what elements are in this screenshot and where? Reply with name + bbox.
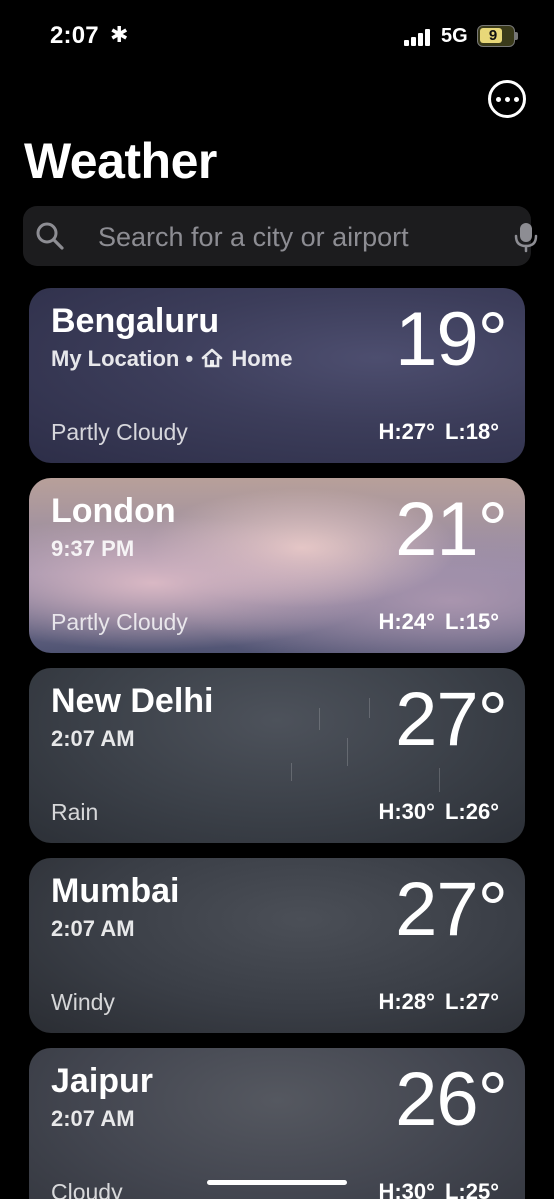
status-time: 2:07 bbox=[50, 22, 99, 49]
ellipsis-icon bbox=[495, 96, 501, 102]
city-card-london[interactable]: London 9:37 PM 21° Partly Cloudy H:24° L:… bbox=[29, 478, 525, 653]
current-temperature: 21° bbox=[395, 487, 508, 572]
page-title: Weather bbox=[24, 133, 217, 189]
high-temp: H:24° bbox=[378, 609, 435, 634]
search-bar[interactable]: Search for a city or airport bbox=[23, 206, 538, 266]
local-time: 9:37 PM bbox=[51, 536, 135, 561]
low-temp: L:27° bbox=[444, 989, 499, 1014]
microphone-icon[interactable] bbox=[513, 221, 539, 253]
high-low: H:30° L:25° bbox=[368, 1179, 499, 1199]
city-name: New Delhi bbox=[51, 682, 214, 720]
high-temp: H:30° bbox=[378, 1179, 435, 1199]
current-temperature: 27° bbox=[395, 867, 508, 952]
low-temp: L:26° bbox=[444, 799, 499, 824]
weather-condition: Partly Cloudy bbox=[51, 609, 188, 635]
city-subtitle: My Location • Home bbox=[51, 346, 293, 372]
low-temp: L:25° bbox=[444, 1179, 499, 1199]
cellular-signal-icon bbox=[404, 28, 434, 46]
focus-mode-icon: ✱ bbox=[110, 22, 129, 47]
city-card-bengaluru[interactable]: Bengaluru My Location • Home 19° Partly … bbox=[29, 288, 525, 463]
current-temperature: 27° bbox=[395, 677, 508, 762]
city-card-new-delhi[interactable]: New Delhi 2:07 AM 27° Rain H:30° L:26° bbox=[29, 668, 525, 843]
city-name: London bbox=[51, 492, 176, 530]
weather-condition: Windy bbox=[51, 989, 115, 1015]
high-low: H:27° L:18° bbox=[368, 419, 499, 445]
city-card-mumbai[interactable]: Mumbai 2:07 AM 27° Windy H:28° L:27° bbox=[29, 858, 525, 1033]
battery-icon: 9 bbox=[477, 25, 515, 47]
current-temperature: 19° bbox=[395, 297, 508, 382]
weather-condition: Partly Cloudy bbox=[51, 419, 188, 445]
local-time: 2:07 AM bbox=[51, 726, 135, 751]
high-low: H:24° L:15° bbox=[368, 609, 499, 635]
battery-level: 9 bbox=[488, 27, 498, 44]
weather-condition: Rain bbox=[51, 799, 99, 825]
city-name: Mumbai bbox=[51, 872, 180, 910]
low-temp: L:15° bbox=[444, 609, 499, 634]
status-bar: 2:07 ✱ 5G 9 bbox=[0, 0, 554, 70]
battery-tip bbox=[515, 32, 518, 40]
high-temp: H:27° bbox=[378, 419, 435, 444]
high-temp: H:28° bbox=[378, 989, 435, 1014]
high-temp: H:30° bbox=[378, 799, 435, 824]
current-temperature: 26° bbox=[395, 1057, 508, 1142]
low-temp: L:18° bbox=[444, 419, 499, 444]
home-label: Home bbox=[231, 346, 293, 371]
city-name: Jaipur bbox=[51, 1062, 154, 1100]
local-time: 2:07 AM bbox=[51, 1106, 135, 1131]
city-card-jaipur[interactable]: Jaipur 2:07 AM 26° Cloudy H:30° L:25° bbox=[29, 1048, 525, 1199]
local-time: 2:07 AM bbox=[51, 916, 135, 941]
more-options-button[interactable] bbox=[488, 80, 526, 118]
city-name: Bengaluru bbox=[51, 302, 220, 340]
search-input[interactable]: Search for a city or airport bbox=[98, 222, 409, 253]
high-low: H:28° L:27° bbox=[368, 989, 499, 1015]
home-icon bbox=[201, 348, 223, 368]
home-indicator[interactable] bbox=[207, 1180, 347, 1185]
location-label: My Location • bbox=[51, 346, 194, 371]
high-low: H:30° L:26° bbox=[368, 799, 499, 825]
search-icon bbox=[36, 222, 64, 250]
network-type: 5G bbox=[441, 25, 468, 47]
weather-condition: Cloudy bbox=[51, 1179, 123, 1199]
